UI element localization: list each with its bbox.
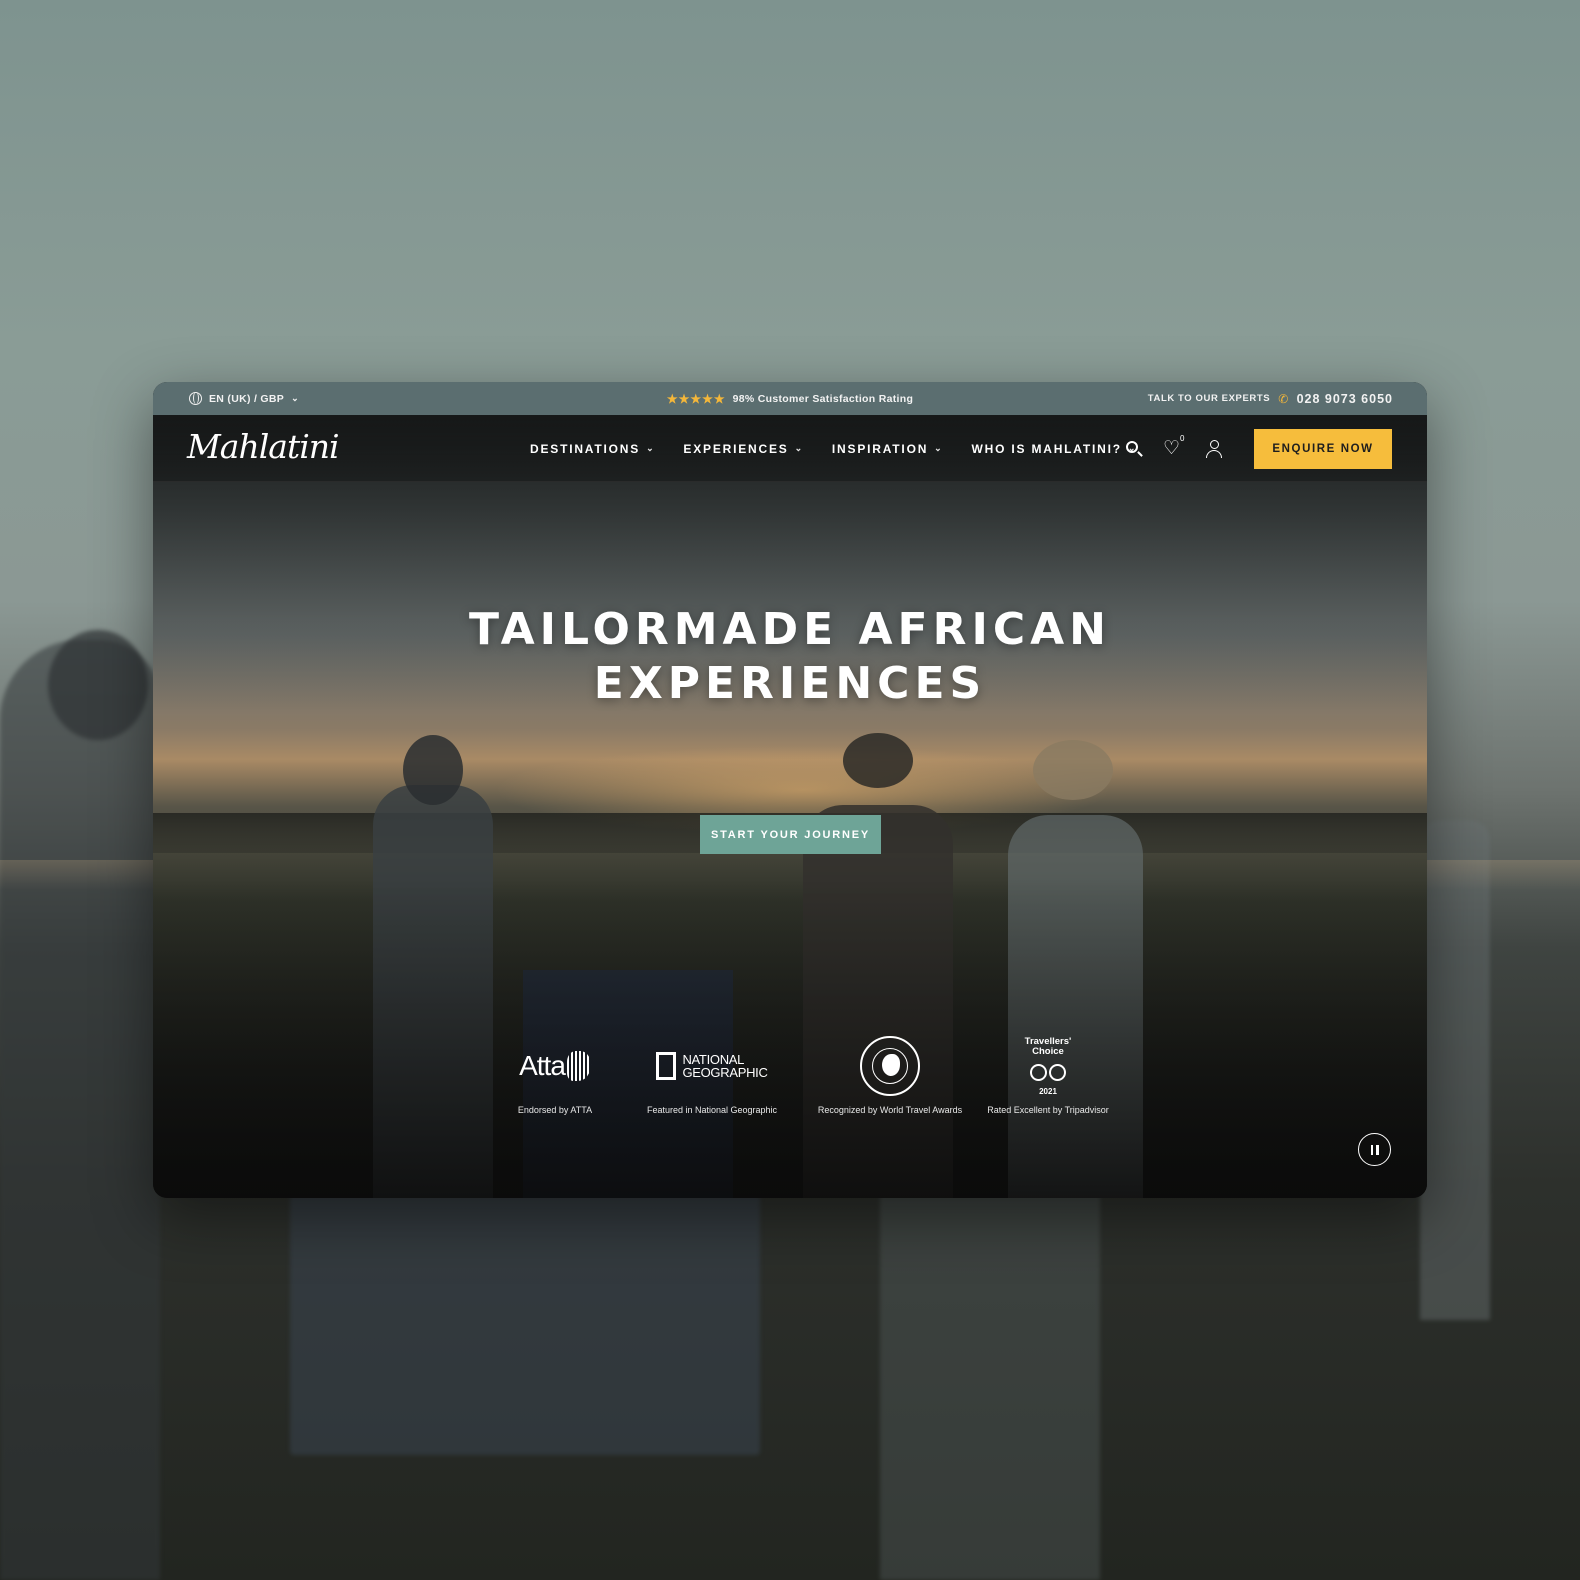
africa-map-icon <box>566 1051 591 1081</box>
search-icon-handle <box>1137 450 1143 457</box>
nav-item-label: INSPIRATION <box>831 441 929 456</box>
award-national-geographic[interactable]: NATIONAL GEOGRAPHIC Featured in National… <box>632 1035 792 1115</box>
owl-eye-left <box>1029 1063 1047 1081</box>
hero-section: Mahlatini DESTINATIONS ⌄ EXPERIENCES ⌄ I… <box>153 415 1427 1198</box>
hero-person-head <box>1033 740 1113 800</box>
nav-item-label: DESTINATIONS <box>530 441 641 456</box>
background-figure <box>0 640 160 1580</box>
world-travel-awards-logo <box>810 1035 970 1097</box>
nav-item-who-is-mahlatini[interactable]: WHO IS MAHLATINI? ⌄ <box>972 442 1138 456</box>
contact-experts: TALK TO OUR EXPERTS ✆ 028 9073 6050 <box>1148 382 1393 415</box>
pause-icon <box>1370 1144 1379 1155</box>
wishlist-button[interactable]: ♡ 0 <box>1163 434 1185 460</box>
hero-person-head <box>403 735 463 805</box>
atta-logo-text: Atta <box>519 1050 566 1081</box>
nav-item-label: EXPERIENCES <box>683 441 789 456</box>
award-tripadvisor[interactable]: Travellers' Choice 2021 Rated Excellent … <box>968 1035 1128 1115</box>
award-seal-icon <box>860 1036 920 1096</box>
award-caption: Rated Excellent by Tripadvisor <box>987 1105 1109 1115</box>
start-journey-button[interactable]: START YOUR JOURNEY <box>700 815 881 854</box>
phone-icon: ✆ <box>1278 391 1289 406</box>
phone-number-link[interactable]: 028 9073 6050 <box>1297 392 1393 406</box>
award-atta[interactable]: Atta Endorsed by ATTA <box>475 1035 635 1115</box>
pause-video-button[interactable] <box>1358 1133 1391 1166</box>
nav-icons: ♡ 0 <box>1123 415 1225 482</box>
utility-bar: EN (UK) / GBP ⌄ ★★★★★ 98% Customer Satis… <box>153 382 1427 415</box>
atta-logo: Atta <box>475 1035 635 1097</box>
browser-window: EN (UK) / GBP ⌄ ★★★★★ 98% Customer Satis… <box>153 382 1427 1198</box>
award-year: 2021 <box>1039 1086 1057 1096</box>
nav-item-label: WHO IS MAHLATINI? <box>971 441 1122 456</box>
natgeo-line-2: GEOGRAPHIC <box>682 1065 768 1080</box>
experts-label: TALK TO OUR EXPERTS <box>1147 393 1271 404</box>
search-icon <box>1126 440 1138 453</box>
search-button[interactable] <box>1123 438 1145 460</box>
hero-title-line-2: EXPERIENCES <box>593 658 987 709</box>
nav-menu: DESTINATIONS ⌄ EXPERIENCES ⌄ INSPIRATION… <box>530 415 1137 482</box>
tripadvisor-owl-icon <box>1026 1060 1070 1086</box>
travellers-choice-line-1: Travellers' <box>1024 1035 1072 1047</box>
user-icon-body <box>1206 449 1222 458</box>
rating-text: 98% Customer Satisfaction Rating <box>732 392 914 405</box>
natgeo-text: NATIONAL GEOGRAPHIC <box>682 1053 767 1079</box>
nav-item-destinations[interactable]: DESTINATIONS ⌄ <box>530 442 655 456</box>
chevron-down-icon: ⌄ <box>794 443 804 453</box>
hero-person-head <box>843 733 913 788</box>
award-caption: Endorsed by ATTA <box>517 1105 593 1115</box>
site-logo[interactable]: Mahlatini <box>187 427 340 467</box>
hero-title: TAILORMADE AFRICAN EXPERIENCES <box>153 603 1427 711</box>
travellers-choice-line-2: Choice <box>1032 1045 1064 1057</box>
tripadvisor-badge: Travellers' Choice 2021 <box>1024 1035 1072 1096</box>
heart-icon: ♡ <box>1163 437 1181 459</box>
chevron-down-icon: ⌄ <box>934 443 944 453</box>
wishlist-count: 0 <box>1180 433 1185 443</box>
tripadvisor-logo: Travellers' Choice 2021 <box>968 1035 1128 1097</box>
background-figure <box>880 1190 1100 1580</box>
awards-strip: Atta Endorsed by ATTA NATIONAL GEOGRAPHI… <box>475 1035 1115 1135</box>
background-table <box>290 1195 760 1455</box>
user-icon <box>1210 439 1219 449</box>
rating-stars-icon: ★★★★★ <box>666 391 726 406</box>
background-figure <box>1420 820 1490 1320</box>
award-caption: Featured in National Geographic <box>646 1105 778 1115</box>
chevron-down-icon: ⌄ <box>646 443 656 453</box>
account-button[interactable] <box>1203 438 1225 460</box>
nav-item-inspiration[interactable]: INSPIRATION ⌄ <box>832 442 944 456</box>
award-world-travel-awards[interactable]: Recognized by World Travel Awards <box>810 1035 970 1115</box>
main-navigation: Mahlatini DESTINATIONS ⌄ EXPERIENCES ⌄ I… <box>153 415 1427 482</box>
award-caption: Recognized by World Travel Awards <box>817 1105 963 1115</box>
enquire-now-button[interactable]: ENQUIRE NOW <box>1254 429 1392 469</box>
national-geographic-logo: NATIONAL GEOGRAPHIC <box>632 1035 792 1097</box>
owl-eye-right <box>1048 1063 1066 1081</box>
background-figure-head <box>48 630 148 740</box>
yellow-border-icon <box>656 1052 677 1080</box>
globe-icon <box>882 1054 900 1076</box>
hero-title-line-1: TAILORMADE AFRICAN <box>468 604 1112 655</box>
nav-item-experiences[interactable]: EXPERIENCES ⌄ <box>683 442 804 456</box>
